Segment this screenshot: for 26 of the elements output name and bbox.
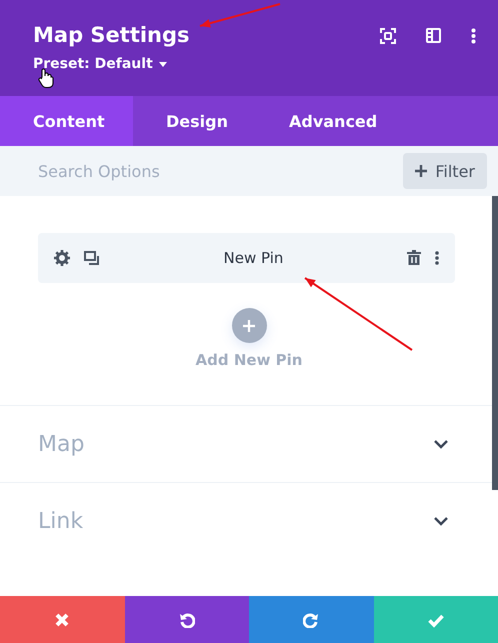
duplicate-icon[interactable] bbox=[84, 251, 100, 265]
section-title: Map bbox=[38, 432, 84, 456]
close-icon bbox=[54, 612, 70, 628]
more-icon[interactable] bbox=[471, 28, 476, 44]
split-view-icon[interactable] bbox=[426, 28, 441, 43]
plus-icon bbox=[243, 320, 255, 332]
scrollbar[interactable] bbox=[492, 196, 498, 490]
caret-icon bbox=[158, 62, 167, 66]
redo-icon bbox=[303, 612, 320, 628]
filter-button[interactable]: Filter bbox=[403, 153, 487, 189]
preset-dropdown[interactable]: Preset: Default bbox=[33, 56, 167, 72]
tab[interactable]: Content bbox=[0, 96, 133, 146]
tab[interactable]: Advanced bbox=[256, 96, 406, 146]
search-field[interactable]: Search Options bbox=[38, 162, 258, 180]
focus-icon[interactable] bbox=[380, 28, 396, 44]
hand-cursor-icon bbox=[38, 68, 54, 88]
more-icon[interactable] bbox=[434, 251, 439, 265]
gear-icon[interactable] bbox=[54, 250, 70, 266]
panel-title: Map Settings bbox=[33, 22, 190, 49]
trash-icon[interactable] bbox=[406, 250, 421, 266]
pin-label: New Pin bbox=[224, 249, 284, 267]
tab[interactable]: Design bbox=[133, 96, 256, 146]
undo-icon bbox=[178, 612, 195, 628]
pin-row[interactable]: New Pin bbox=[38, 233, 455, 283]
section-title: Link bbox=[38, 508, 84, 534]
plus-icon bbox=[415, 165, 428, 177]
